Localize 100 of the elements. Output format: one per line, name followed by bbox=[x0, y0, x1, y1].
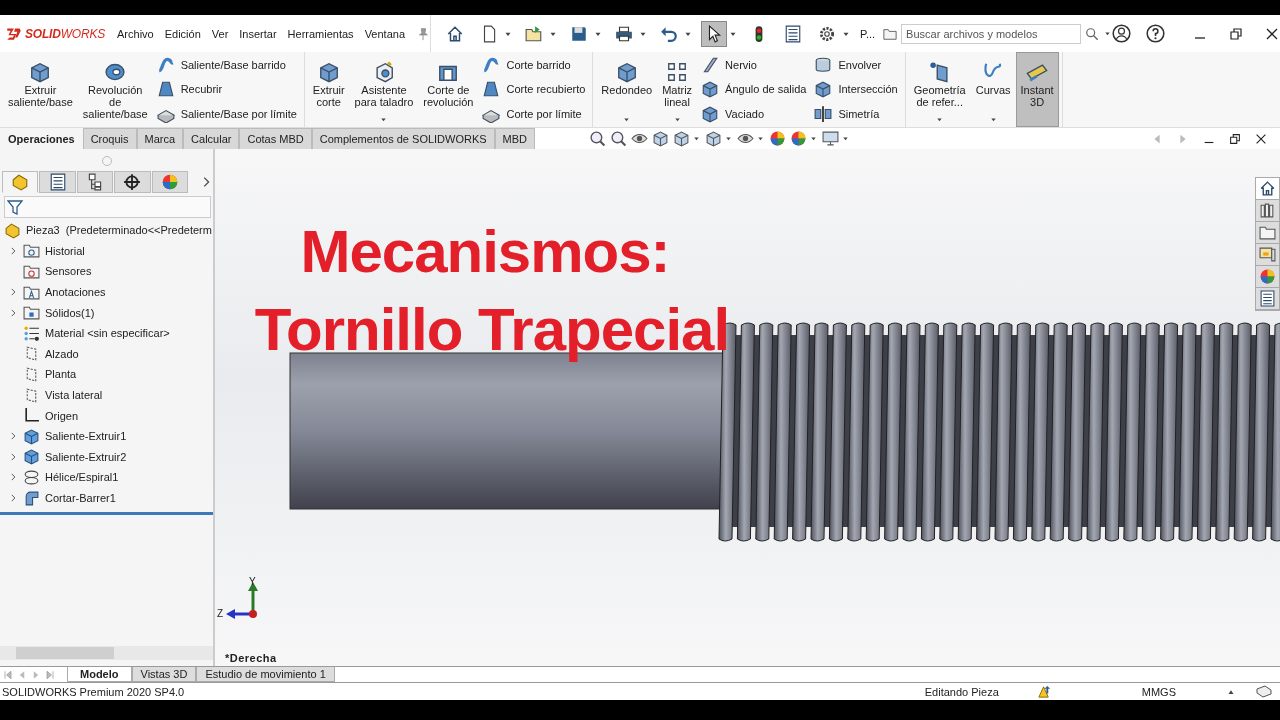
task-pane-tab[interactable] bbox=[1256, 244, 1279, 266]
tab[interactable]: Calcular bbox=[183, 128, 240, 149]
home-icon bbox=[1259, 180, 1276, 197]
ribbon-button[interactable]: Matriz lineal bbox=[657, 52, 698, 127]
tree-item[interactable]: Anotaciones bbox=[45, 286, 106, 299]
tree-item[interactable]: Pieza3 (Predeterminado<<Predeterm bbox=[26, 224, 212, 237]
tab[interactable]: Operaciones bbox=[0, 128, 83, 149]
tree-item[interactable]: Sensores bbox=[45, 265, 92, 278]
task-pane-tab[interactable] bbox=[1256, 266, 1279, 288]
view-cube-icon[interactable] bbox=[673, 130, 691, 147]
cone-icon bbox=[156, 80, 175, 99]
menu-item[interactable]: Edición bbox=[164, 27, 201, 40]
home-icon bbox=[446, 24, 464, 43]
overflow-button[interactable]: P... bbox=[860, 27, 876, 40]
task-pane-tab[interactable] bbox=[1256, 288, 1279, 310]
menu-item[interactable]: Insertar bbox=[239, 27, 277, 40]
filter-field[interactable] bbox=[4, 196, 211, 218]
part-icon bbox=[11, 173, 30, 191]
ribbon-button[interactable]: Simetría bbox=[812, 103, 900, 124]
ribbon-button[interactable]: Saliente/Base por límite bbox=[154, 103, 299, 124]
task-pane-tab[interactable] bbox=[1256, 178, 1279, 200]
caret-icon[interactable] bbox=[724, 134, 734, 143]
status-text: SOLIDWORKS Premium 2020 SP4.0 bbox=[1, 685, 185, 698]
ribbon-button[interactable]: Corte recubierto bbox=[480, 79, 588, 100]
search-field[interactable]: Buscar archivos y modelos bbox=[901, 23, 1082, 44]
view-name: *Derecha bbox=[225, 652, 277, 664]
status-text: Editando Pieza bbox=[924, 685, 999, 698]
color-ball-icon[interactable] bbox=[790, 130, 808, 147]
tree-item[interactable]: Historial bbox=[45, 244, 85, 257]
menu-item[interactable]: Archivo bbox=[117, 27, 154, 40]
view-cube-icon[interactable] bbox=[652, 130, 670, 147]
ribbon-button[interactable]: Geometría de refer... bbox=[908, 52, 971, 127]
ribbon-button[interactable]: Revolución de saliente/base bbox=[77, 52, 153, 127]
caret-icon[interactable] bbox=[692, 134, 702, 143]
tab[interactable]: Estudio de movimiento 1 bbox=[196, 667, 335, 682]
tab[interactable]: Vistas 3D bbox=[131, 667, 197, 682]
ribbon-button[interactable]: Intersección bbox=[812, 79, 900, 100]
tree-item[interactable]: Planta bbox=[45, 368, 77, 381]
axis-label: Z bbox=[217, 608, 224, 619]
panel-icon[interactable] bbox=[1256, 683, 1272, 700]
tab[interactable]: Modelo bbox=[67, 667, 132, 682]
tree-item[interactable]: Sólidos(1) bbox=[45, 306, 95, 319]
user-icon[interactable] bbox=[1112, 24, 1132, 43]
tree-item[interactable]: Cortar-Barrer1 bbox=[45, 492, 116, 504]
caret-icon[interactable] bbox=[756, 134, 766, 143]
caret-icon[interactable] bbox=[841, 134, 851, 143]
panel-tab[interactable] bbox=[39, 171, 76, 193]
restore-icon[interactable] bbox=[1228, 131, 1242, 146]
ribbon-button[interactable]: Recubrir bbox=[154, 79, 299, 100]
tree-item[interactable]: Origen bbox=[45, 409, 79, 422]
ribbon-button[interactable]: Nervio bbox=[699, 55, 809, 76]
ribbon-button[interactable]: Curvas bbox=[970, 52, 1016, 127]
tab[interactable]: Cotas MBD bbox=[239, 128, 312, 149]
toolbar-button[interactable] bbox=[701, 20, 727, 47]
ribbon-button[interactable]: Corte por límite bbox=[480, 103, 588, 124]
ribbon-button[interactable]: Corte barrido bbox=[480, 55, 588, 76]
menu-item[interactable]: Ver bbox=[211, 27, 229, 40]
units-button[interactable]: MMGS bbox=[1141, 685, 1176, 698]
filter-icon bbox=[7, 199, 23, 215]
tab[interactable]: Complementos de SOLIDWORKS bbox=[311, 128, 495, 149]
tree-item[interactable]: Saliente-Extruir1 bbox=[45, 430, 127, 443]
zoom-icon[interactable] bbox=[610, 130, 628, 147]
panel-tab[interactable] bbox=[114, 171, 151, 193]
ribbon-button[interactable]: Asistente para taladro bbox=[349, 52, 419, 127]
rebuild-icon[interactable] bbox=[1036, 684, 1052, 699]
caret-icon[interactable] bbox=[809, 134, 819, 143]
ribbon-button[interactable]: Saliente/Base barrido bbox=[154, 55, 299, 76]
caret-icon bbox=[1103, 29, 1113, 38]
task-pane-tab[interactable] bbox=[1256, 200, 1279, 222]
ribbon-button[interactable]: Instant 3D bbox=[1015, 52, 1059, 127]
horizontal-scrollbar[interactable] bbox=[0, 646, 213, 660]
ribbon-button[interactable]: Extruir saliente/base bbox=[3, 52, 78, 127]
tab[interactable]: Croquis bbox=[82, 128, 137, 149]
tree-item[interactable]: Saliente-Extruir2 bbox=[45, 450, 127, 463]
ribbon-button[interactable]: Vaciado bbox=[699, 103, 809, 124]
panel-tab[interactable] bbox=[76, 171, 114, 193]
tree-item[interactable]: Vista lateral bbox=[45, 389, 103, 402]
tab[interactable]: Marca bbox=[136, 128, 184, 149]
axis-label: Y bbox=[249, 576, 256, 587]
ribbon-button[interactable]: Redondeo bbox=[596, 52, 658, 127]
view-cube-icon[interactable] bbox=[705, 130, 723, 147]
menu-item[interactable]: Herramientas bbox=[287, 27, 354, 40]
folder-icon bbox=[525, 24, 543, 43]
help-icon[interactable] bbox=[1146, 24, 1166, 43]
zoom-icon[interactable] bbox=[589, 130, 607, 147]
tree-item[interactable]: Material <sin especificar> bbox=[45, 327, 170, 340]
restore-icon[interactable] bbox=[1228, 25, 1245, 42]
tab[interactable]: MBD bbox=[494, 128, 536, 149]
books-icon bbox=[1259, 202, 1276, 219]
ribbon-button[interactable]: Corte de revolución bbox=[418, 52, 479, 127]
menu-item[interactable]: Ventana bbox=[364, 27, 405, 40]
pin-icon[interactable] bbox=[416, 26, 430, 41]
ribbon-button[interactable]: Envolver bbox=[812, 55, 900, 76]
ribbon-button[interactable]: Extruir corte bbox=[307, 52, 350, 127]
origin-icon bbox=[23, 407, 40, 425]
monitor-icon[interactable] bbox=[822, 130, 840, 147]
tree-item[interactable]: Alzado bbox=[45, 347, 79, 360]
tree-item[interactable]: Hélice/Espiral1 bbox=[45, 471, 119, 484]
ribbon-button[interactable]: Ángulo de salida bbox=[699, 79, 809, 100]
color-ball-icon[interactable] bbox=[769, 130, 787, 147]
